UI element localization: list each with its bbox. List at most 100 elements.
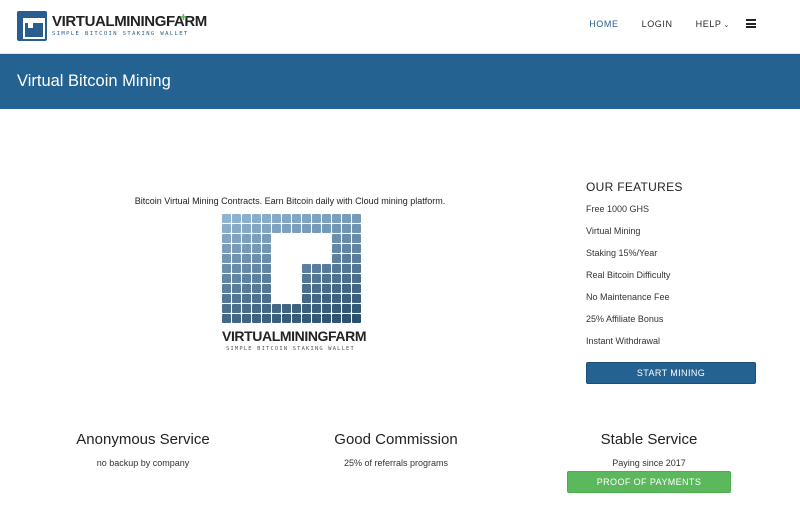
- feature-item: No Maintenance Fee: [586, 292, 670, 302]
- mosaic-tile: [352, 294, 361, 303]
- mosaic-tile: [352, 214, 361, 223]
- mosaic-tile: [222, 274, 231, 283]
- logo-mark-icon: [17, 11, 47, 41]
- mosaic-tile: [342, 264, 351, 273]
- mosaic-tile: [242, 294, 251, 303]
- feature-item: Free 1000 GHS: [586, 204, 650, 214]
- top-navbar: VIRTUALMININGFARM SIMPLE BITCOIN STAKING…: [0, 0, 800, 54]
- mosaic-tile: [252, 234, 261, 243]
- mosaic-tile: [302, 274, 311, 283]
- service-column-commission: Good Commission 25% of referrals program…: [271, 431, 521, 468]
- mosaic-tile: [302, 224, 311, 233]
- mosaic-tile: [352, 284, 361, 293]
- mosaic-tile: [232, 214, 241, 223]
- mosaic-tile: [312, 284, 321, 293]
- mosaic-tile: [302, 264, 311, 273]
- mosaic-tile: [222, 244, 231, 253]
- proof-of-payments-button[interactable]: PROOF OF PAYMENTS: [567, 471, 731, 493]
- mosaic-tile: [312, 304, 321, 313]
- mosaic-tile: [242, 244, 251, 253]
- feature-item: 25% Affiliate Bonus: [586, 314, 664, 324]
- mosaic-tile: [352, 254, 361, 263]
- mosaic-tile: [262, 244, 271, 253]
- features-heading: OUR FEATURES: [586, 180, 683, 194]
- mosaic-tile: [352, 304, 361, 313]
- mosaic-tile: [262, 284, 271, 293]
- mosaic-tile: [242, 304, 251, 313]
- mosaic-tile: [352, 224, 361, 233]
- nav-login[interactable]: LOGIN: [642, 19, 673, 29]
- mosaic-tile: [222, 304, 231, 313]
- big-brand-tagline: SIMPLE BITCOIN STAKING WALLET: [226, 346, 355, 352]
- brand-logo[interactable]: VIRTUALMININGFARM SIMPLE BITCOIN STAKING…: [17, 11, 207, 41]
- column-title: Stable Service: [600, 431, 698, 448]
- mosaic-tile: [262, 224, 271, 233]
- mosaic-tile: [342, 314, 351, 323]
- mosaic-tile: [342, 254, 351, 263]
- mosaic-tile: [252, 274, 261, 283]
- mosaic-tile: [332, 224, 341, 233]
- mosaic-tile: [312, 214, 321, 223]
- mosaic-tile: [222, 254, 231, 263]
- mosaic-tile: [272, 304, 281, 313]
- mosaic-tile: [282, 224, 291, 233]
- mosaic-tile: [242, 274, 251, 283]
- mosaic-tile: [322, 304, 331, 313]
- mosaic-tile: [332, 284, 341, 293]
- big-brand-logo: VIRTUALMININGFARM SIMPLE BITCOIN STAKING…: [222, 328, 367, 352]
- mosaic-tile: [312, 274, 321, 283]
- column-text: no backup by company: [96, 458, 190, 468]
- mosaic-tile: [322, 274, 331, 283]
- mosaic-tile: [232, 304, 241, 313]
- page-title: Virtual Bitcoin Mining: [17, 72, 171, 90]
- mosaic-tile: [342, 224, 351, 233]
- mosaic-tile: [342, 244, 351, 253]
- mosaic-tile: [252, 304, 261, 313]
- mosaic-tile: [322, 214, 331, 223]
- page-banner: Virtual Bitcoin Mining: [0, 54, 800, 109]
- hamburger-menu-icon[interactable]: [746, 19, 756, 28]
- mosaic-tile: [262, 294, 271, 303]
- sparkle-icon: ✚: [180, 13, 187, 22]
- nav-help-label: HELP: [695, 19, 722, 29]
- service-column-anonymous: Anonymous Service no backup by company: [18, 431, 268, 468]
- mosaic-tile: [232, 274, 241, 283]
- column-text: 25% of referrals programs: [343, 458, 449, 468]
- nav-home[interactable]: HOME: [589, 19, 618, 29]
- mosaic-tile: [262, 234, 271, 243]
- mosaic-tile: [222, 284, 231, 293]
- feature-item: Instant Withdrawal: [586, 336, 661, 346]
- mosaic-tile: [322, 284, 331, 293]
- mosaic-tile: [232, 224, 241, 233]
- mosaic-tile: [222, 214, 231, 223]
- mosaic-tile: [342, 294, 351, 303]
- mosaic-tile: [332, 314, 341, 323]
- mosaic-tile: [292, 214, 301, 223]
- nav-help[interactable]: HELP ⌄: [696, 19, 730, 29]
- mosaic-tile: [302, 314, 311, 323]
- mosaic-tile: [232, 314, 241, 323]
- big-brand-name: VIRTUALMININGFARM: [222, 328, 367, 344]
- brand-tagline: SIMPLE BITCOIN STAKING WALLET: [52, 31, 189, 38]
- mosaic-tile: [332, 214, 341, 223]
- mosaic-tile: [232, 284, 241, 293]
- mosaic-tile: [292, 304, 301, 313]
- mosaic-tile: [222, 294, 231, 303]
- mosaic-tile: [342, 274, 351, 283]
- intro-text: Bitcoin Virtual Mining Contracts. Earn B…: [134, 196, 446, 206]
- start-mining-button[interactable]: START MINING: [586, 362, 756, 384]
- mosaic-tile: [242, 224, 251, 233]
- mosaic-tile: [332, 274, 341, 283]
- mosaic-tile: [262, 254, 271, 263]
- mosaic-tile: [252, 244, 261, 253]
- mosaic-tile: [332, 264, 341, 273]
- feature-item: Staking 15%/Year: [586, 248, 658, 258]
- mosaic-tile: [322, 224, 331, 233]
- mosaic-tile: [252, 254, 261, 263]
- mosaic-tile: [242, 314, 251, 323]
- mosaic-tile: [322, 264, 331, 273]
- mosaic-tile: [262, 214, 271, 223]
- mosaic-tile: [262, 274, 271, 283]
- mosaic-tile: [222, 264, 231, 273]
- mosaic-tile: [252, 214, 261, 223]
